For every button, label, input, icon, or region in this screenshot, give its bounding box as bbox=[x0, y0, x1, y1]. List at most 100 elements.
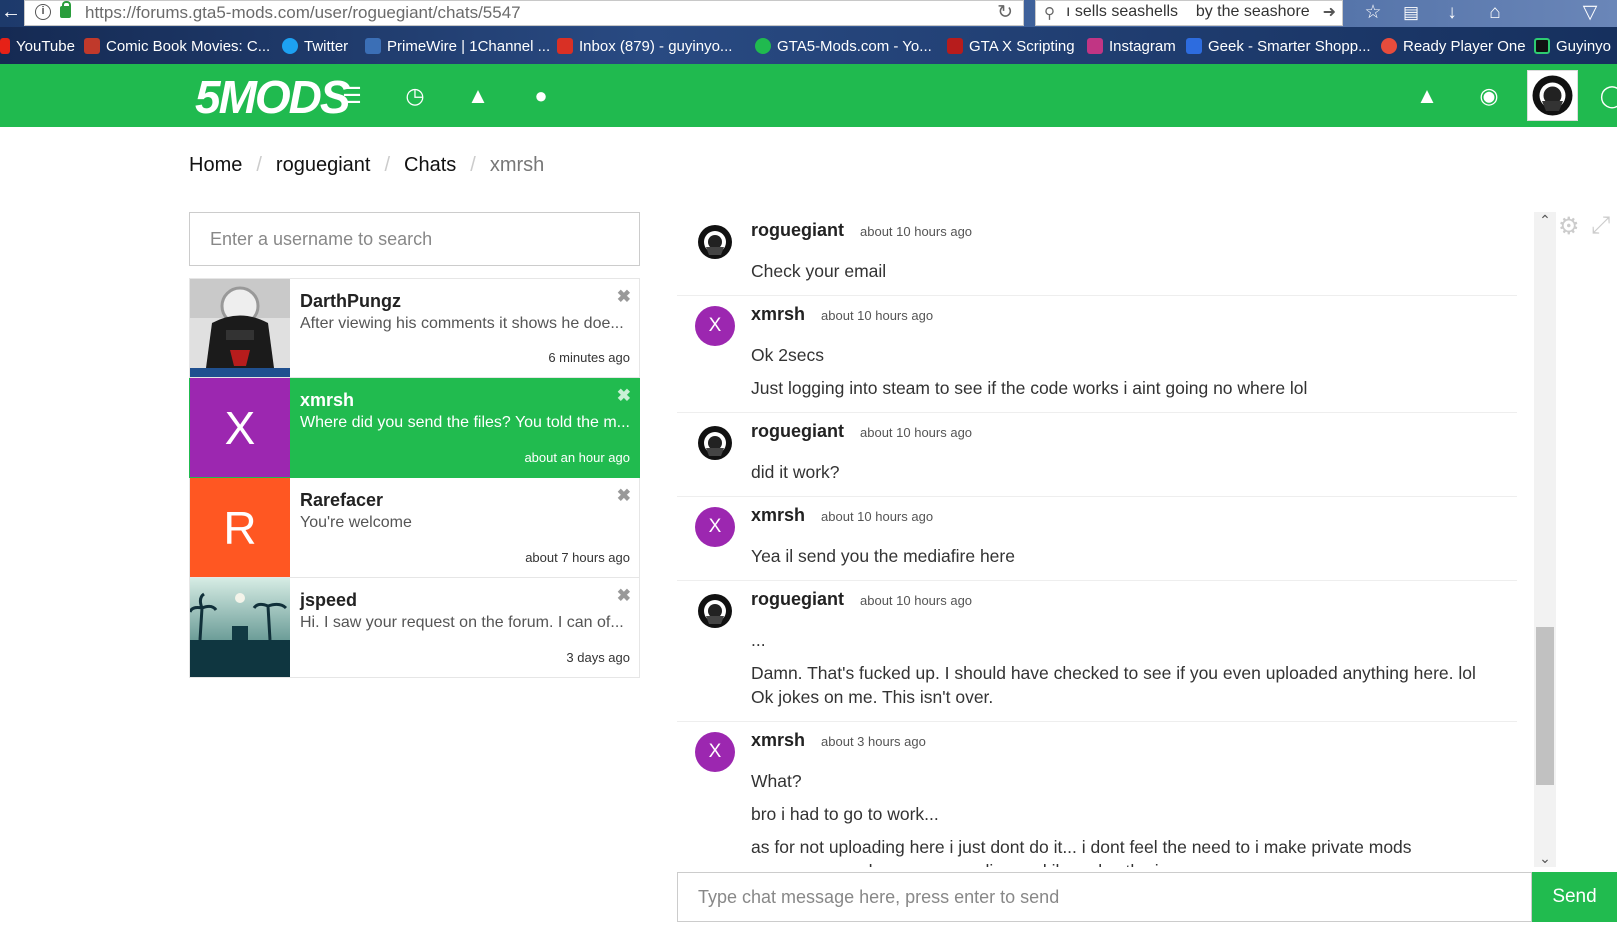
message-author[interactable]: xmrsh bbox=[751, 730, 805, 751]
conversation-preview: Hi. I saw your request on the forum. I c… bbox=[300, 614, 624, 631]
close-icon[interactable]: ✖ bbox=[617, 287, 631, 307]
close-icon[interactable]: ✖ bbox=[617, 386, 631, 406]
list-icon[interactable]: ☰ bbox=[338, 82, 366, 110]
message-author[interactable]: xmrsh bbox=[751, 304, 805, 325]
bookmark-gta5mods[interactable]: GTA5-Mods.com - Yo... bbox=[755, 36, 932, 56]
conversation-item[interactable]: X xmrsh Where did you send the files? Yo… bbox=[189, 378, 640, 478]
message-text: Ok 2secs bbox=[751, 345, 824, 365]
user-search-input[interactable] bbox=[189, 212, 640, 266]
reload-icon[interactable]: ↻ bbox=[997, 1, 1013, 24]
close-icon[interactable]: ✖ bbox=[617, 586, 631, 606]
avatar[interactable]: X bbox=[695, 507, 735, 547]
conversation-avatar: R bbox=[190, 478, 290, 577]
scroll-down-arrow-icon[interactable]: ⌄ bbox=[1534, 850, 1556, 867]
bookmark-gtax[interactable]: GTA X Scripting bbox=[947, 36, 1075, 56]
conversation-time: about an hour ago bbox=[524, 450, 630, 465]
conversation-avatar bbox=[190, 578, 290, 677]
message-time: about 10 hours ago bbox=[860, 425, 973, 440]
home-icon[interactable]: ⌂ bbox=[1480, 0, 1510, 26]
message-list[interactable]: roguegiant about 10 hours ago Check your … bbox=[677, 212, 1517, 867]
conversation-preview: Where did you send the files? You told t… bbox=[300, 414, 630, 431]
site-logo[interactable]: 5MODS bbox=[195, 70, 351, 124]
breadcrumb-separator: / bbox=[470, 154, 476, 176]
message-time: about 10 hours ago bbox=[860, 224, 973, 239]
youtube-icon bbox=[0, 38, 10, 54]
star-icon[interactable]: ☆ bbox=[1358, 0, 1388, 26]
conversation-time: 6 minutes ago bbox=[548, 350, 630, 365]
fire-icon[interactable]: ▲ bbox=[464, 82, 492, 110]
message-text: Damn. That's fucked up. I should have ch… bbox=[751, 663, 1476, 707]
bookmark-twitter[interactable]: Twitter bbox=[282, 36, 348, 56]
conversation-item[interactable]: DarthPungz After viewing his comments it… bbox=[189, 278, 640, 378]
back-arrow-icon[interactable]: ← bbox=[0, 1, 22, 25]
conversation-avatar: X bbox=[190, 378, 290, 477]
message-text: Check your email bbox=[751, 261, 887, 281]
gmail-icon bbox=[557, 38, 573, 54]
avatar[interactable]: X bbox=[695, 732, 735, 772]
bookmark-guyinyo[interactable]: Guyinyo bbox=[1534, 36, 1611, 56]
close-icon[interactable]: ✖ bbox=[617, 486, 631, 506]
scroll-up-arrow-icon[interactable]: ⌃ bbox=[1534, 212, 1556, 229]
site-header: 5MODS ☰ ◷ ▲ ● ▲ ◉ ◯ bbox=[0, 64, 1617, 127]
pocket-icon[interactable]: ▽ bbox=[1575, 0, 1605, 26]
message-time: about 10 hours ago bbox=[821, 308, 934, 323]
geek-icon bbox=[1186, 38, 1202, 54]
breadcrumb-home[interactable]: Home bbox=[189, 154, 242, 177]
scrollbar-thumb[interactable] bbox=[1536, 627, 1554, 785]
message-author[interactable]: roguegiant bbox=[751, 220, 844, 241]
search-icon[interactable]: ◯ bbox=[1598, 82, 1617, 110]
search-query[interactable]: ı sells seashells by the seashore bbox=[1066, 3, 1310, 21]
bookmark-comicbookmovies[interactable]: Comic Book Movies: C... bbox=[84, 36, 270, 56]
address-bar[interactable]: i https://forums.gta5-mods.com/user/rogu… bbox=[24, 0, 1024, 26]
breadcrumb-chats[interactable]: Chats bbox=[404, 154, 456, 177]
reddit-icon bbox=[1381, 38, 1397, 54]
conversation-time: about 7 hours ago bbox=[525, 550, 630, 565]
browser-search-box[interactable]: ⚲ ı sells seashells by the seashore ➜ bbox=[1035, 0, 1343, 26]
message-author[interactable]: xmrsh bbox=[751, 505, 805, 526]
info-icon[interactable]: i bbox=[35, 4, 51, 20]
conversation-preview: You're welcome bbox=[300, 514, 412, 531]
bookmark-instagram[interactable]: Instagram bbox=[1087, 36, 1176, 56]
conversation-time: 3 days ago bbox=[566, 650, 630, 665]
address-url[interactable]: https://forums.gta5-mods.com/user/rogueg… bbox=[85, 3, 521, 23]
gear-icon[interactable]: ⚙ bbox=[1558, 212, 1580, 241]
message-author[interactable]: roguegiant bbox=[751, 421, 844, 442]
reading-list-icon[interactable]: ▤ bbox=[1396, 0, 1426, 26]
avatar[interactable] bbox=[1527, 70, 1578, 121]
bookmarks-bar: YouTube Comic Book Movies: C... Twitter … bbox=[0, 27, 1617, 64]
conversation-name: jspeed bbox=[300, 590, 358, 610]
message-time: about 10 hours ago bbox=[860, 593, 973, 608]
search-go-icon[interactable]: ➜ bbox=[1323, 2, 1336, 22]
conversation-preview: After viewing his comments it shows he d… bbox=[300, 315, 624, 332]
conversation-item[interactable]: jspeed Hi. I saw your request on the for… bbox=[189, 578, 640, 678]
user-icon[interactable]: ● bbox=[527, 82, 555, 110]
bookmark-icon bbox=[1534, 38, 1550, 54]
breadcrumb-current: xmrsh bbox=[489, 154, 545, 176]
breadcrumb-user[interactable]: roguegiant bbox=[276, 154, 371, 177]
avatar[interactable] bbox=[695, 423, 735, 463]
chat-message-input[interactable] bbox=[677, 872, 1532, 922]
conversation-item[interactable]: R Rarefacer You're welcome about 7 hours… bbox=[189, 478, 640, 578]
bookmark-geek[interactable]: Geek - Smarter Shopp... bbox=[1186, 36, 1371, 56]
message-text: Yea il send you the mediafire here bbox=[751, 546, 1015, 566]
message: X xmrsh about 10 hours ago Yea il send yo… bbox=[677, 497, 1517, 581]
avatar[interactable] bbox=[695, 222, 735, 262]
message-scrollbar[interactable]: ⌃ ⌄ bbox=[1534, 212, 1556, 867]
bell-icon[interactable]: ▲ bbox=[1413, 82, 1441, 110]
message-text: ... bbox=[751, 630, 766, 650]
clock-icon[interactable]: ◷ bbox=[401, 82, 429, 110]
gta5mods-icon bbox=[755, 38, 771, 54]
bookmark-primewire[interactable]: PrimeWire | 1Channel ... bbox=[365, 36, 550, 56]
download-icon[interactable]: ↓ bbox=[1437, 0, 1467, 26]
minimize-icon[interactable]: ⤢ bbox=[1591, 212, 1610, 240]
bookmark-readyplayerone[interactable]: Ready Player One bbox=[1381, 36, 1526, 56]
message: roguegiant about 10 hours ago Check your … bbox=[677, 212, 1517, 296]
bookmark-inbox[interactable]: Inbox (879) - guyinyo... bbox=[557, 36, 732, 56]
bookmark-youtube[interactable]: YouTube bbox=[0, 36, 75, 56]
send-button[interactable]: Send bbox=[1532, 872, 1617, 922]
message-author[interactable]: roguegiant bbox=[751, 589, 844, 610]
avatar[interactable]: X bbox=[695, 306, 735, 346]
avatar[interactable] bbox=[695, 591, 735, 631]
chat-bubble-icon[interactable]: ◉ bbox=[1475, 82, 1503, 110]
message: X xmrsh about 3 hours ago What? bro i had… bbox=[677, 722, 1517, 867]
